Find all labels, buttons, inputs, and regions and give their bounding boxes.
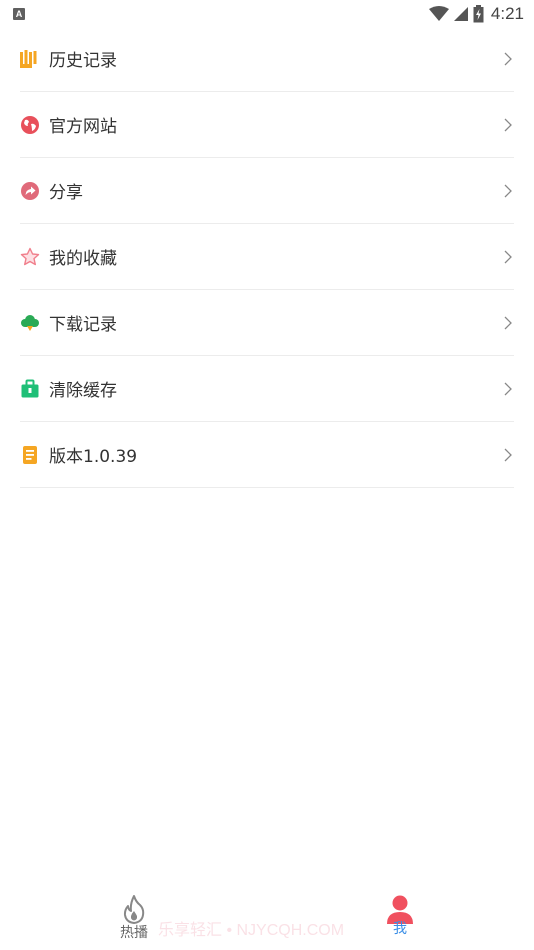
document-icon	[20, 445, 40, 465]
globe-icon	[20, 115, 40, 135]
notification-a-icon: A	[13, 8, 25, 20]
tab-hot-label: 热播	[120, 925, 148, 941]
menu-label-downloads: 下载记录	[49, 315, 117, 335]
clock-time: 4:21	[490, 4, 524, 23]
signal-icon	[453, 7, 468, 21]
history-icon	[20, 49, 40, 69]
chevron-right-icon	[504, 250, 512, 263]
chevron-right-icon	[504, 118, 512, 131]
battery-icon	[473, 5, 484, 23]
wifi-icon	[428, 6, 449, 21]
chevron-right-icon	[504, 52, 512, 65]
menu-item-downloads[interactable]: 下载记录	[20, 290, 514, 356]
briefcase-icon	[20, 379, 40, 399]
tab-me[interactable]: 我	[370, 888, 430, 950]
menu-label-favorites: 我的收藏	[49, 249, 117, 269]
chevron-right-icon	[504, 316, 512, 329]
chevron-right-icon	[504, 184, 512, 197]
menu-item-version[interactable]: 版本1.0.39	[20, 422, 514, 488]
cloud-download-icon	[20, 313, 40, 333]
menu-item-share[interactable]: 分享	[20, 158, 514, 224]
menu-label-official-site: 官方网站	[49, 117, 117, 137]
menu-label-history: 历史记录	[49, 51, 117, 71]
share-icon	[20, 181, 40, 201]
menu-item-favorites[interactable]: 我的收藏	[20, 224, 514, 290]
tab-me-label: 我	[393, 921, 407, 937]
menu-item-official-site[interactable]: 官方网站	[20, 92, 514, 158]
chevron-right-icon	[504, 448, 512, 461]
bottom-nav: 热播 我	[0, 888, 534, 950]
star-icon	[20, 247, 40, 267]
tab-hot[interactable]: 热播	[104, 888, 164, 950]
menu-label-clear-cache: 清除缓存	[49, 381, 117, 401]
settings-menu: 历史记录 官方网站 分享 我的收藏 下载记录 清除缓存 版本1.0.39	[20, 26, 514, 488]
menu-label-version: 版本1.0.39	[49, 447, 138, 467]
status-bar: A 4:21	[0, 0, 534, 28]
menu-item-clear-cache[interactable]: 清除缓存	[20, 356, 514, 422]
chevron-right-icon	[504, 382, 512, 395]
flame-icon	[123, 895, 145, 924]
menu-label-share: 分享	[49, 183, 83, 203]
menu-item-history[interactable]: 历史记录	[20, 26, 514, 92]
status-icons: 4:21	[428, 3, 524, 25]
